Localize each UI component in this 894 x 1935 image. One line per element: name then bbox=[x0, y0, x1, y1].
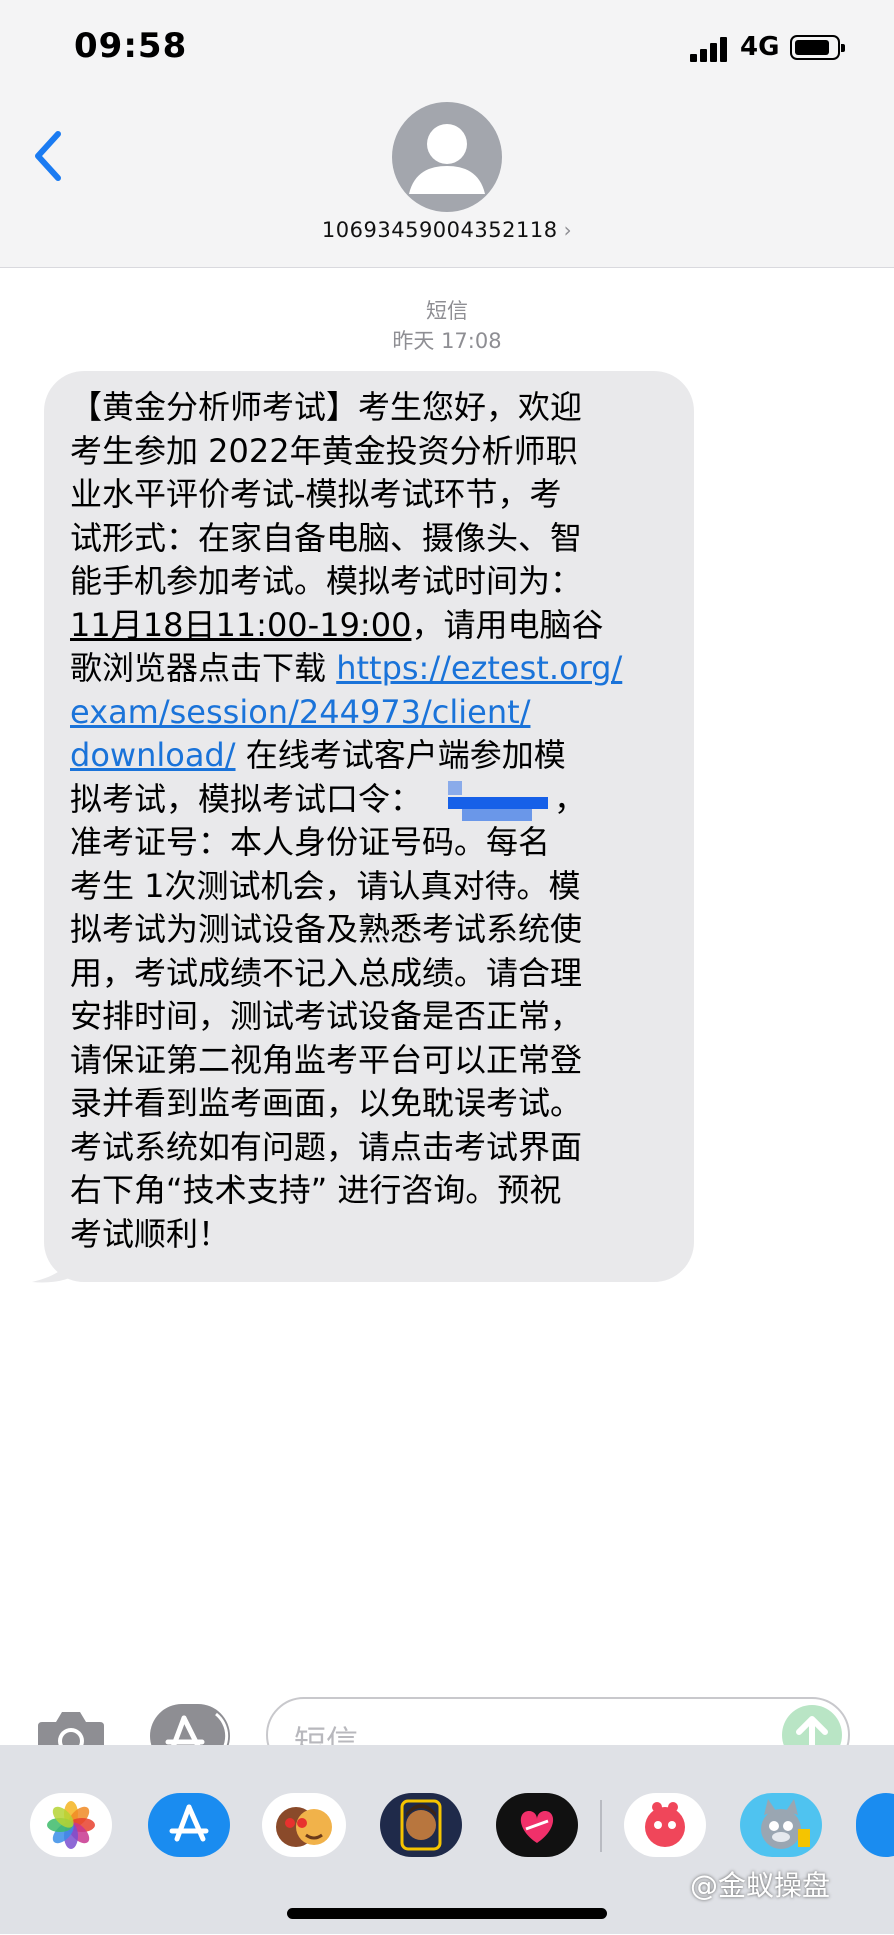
watermark: @金蚁操盘 bbox=[690, 1869, 831, 1902]
back-chevron-icon[interactable] bbox=[28, 128, 68, 184]
message-line: 用，考试成绩不记入总成绩。请合理 bbox=[70, 953, 583, 992]
message-line: 试形式：在家自备电脑、摄像头、智 bbox=[70, 518, 583, 557]
drawer-separator bbox=[600, 1800, 602, 1852]
battery-icon bbox=[790, 35, 845, 60]
network-type: 4G bbox=[740, 32, 780, 62]
photos-app-icon[interactable] bbox=[30, 1793, 112, 1857]
service-label: 短信 bbox=[426, 299, 468, 323]
redacted-password bbox=[422, 780, 554, 821]
message-line: 歌浏览器点击下载 https://eztest.org/ bbox=[70, 649, 623, 687]
message-line: download/ 在线考试客户端参加模 bbox=[70, 736, 566, 774]
message-line: 11月18日11:00-19:00，请用电脑谷 bbox=[70, 605, 604, 644]
red-app-icon[interactable] bbox=[624, 1793, 706, 1857]
appstore-app-icon[interactable] bbox=[148, 1793, 230, 1857]
contact-number: 10693459004352118 bbox=[321, 218, 558, 242]
message-line: 录并看到监考画面，以免耽误考试。 bbox=[70, 1084, 583, 1122]
contact-number-button[interactable]: 10693459004352118 › bbox=[0, 218, 894, 242]
message-line: 拟考试为测试设备及熟悉考试系统使 bbox=[70, 910, 583, 948]
message-line: 考生 1次测试机会，请认真对待。模 bbox=[70, 866, 581, 905]
message-line: 准考证号：本人身份证号码。每名 bbox=[70, 823, 551, 861]
download-link[interactable]: download/ bbox=[70, 736, 236, 774]
download-link[interactable]: https://eztest.org/ bbox=[336, 649, 622, 687]
message-line: exam/session/244973/client/ bbox=[70, 691, 676, 735]
chevron-right-icon: › bbox=[563, 218, 573, 242]
memoji-icon[interactable] bbox=[380, 1793, 462, 1857]
talking-tom-icon[interactable] bbox=[740, 1793, 822, 1857]
message-line: 【黄金分析师考试】考生您好，欢迎 bbox=[70, 388, 583, 426]
memoji-stickers-icon[interactable] bbox=[262, 1793, 346, 1857]
message-line: 右下角“技术支持” 进行咨询。预祝 bbox=[70, 1171, 562, 1209]
download-link[interactable]: exam/session/244973/client/ bbox=[70, 693, 530, 731]
message-line: 考试顺利！ bbox=[70, 1214, 231, 1253]
signal-strength-icon bbox=[690, 36, 730, 62]
home-indicator[interactable] bbox=[287, 1908, 607, 1919]
message-line: 考试系统如有问题，请点击考试界面 bbox=[70, 1127, 583, 1166]
message-line: 安排时间，测试考试设备是否正常， bbox=[70, 997, 583, 1035]
message-timestamp: 昨天 17:08 bbox=[392, 329, 502, 353]
message-text: 【黄金分析师考试】考生您好，欢迎 考生参加 2022年黄金投资分析师职 业水平评… bbox=[70, 386, 676, 1256]
message-line: 考生参加 2022年黄金投资分析师职 bbox=[70, 431, 578, 470]
message-line: 能手机参加考试。模拟考试时间为： bbox=[70, 562, 583, 600]
message-line: 业水平评价考试-模拟考试环节，考 bbox=[70, 475, 562, 513]
digital-touch-icon[interactable] bbox=[496, 1793, 578, 1857]
conversation-header: 09:58 4G 10693459004352118 › bbox=[0, 0, 894, 268]
contact-avatar-icon[interactable] bbox=[392, 102, 502, 212]
exam-date-detected[interactable]: 11月18日11:00-19:00 bbox=[70, 606, 411, 644]
thread-meta: 短信 昨天 17:08 bbox=[0, 296, 894, 356]
status-time: 09:58 bbox=[74, 26, 188, 66]
message-line: 请保证第二视角监考平台可以正常登 bbox=[70, 1040, 583, 1079]
message-line: 拟考试，模拟考试口令： ， bbox=[70, 778, 676, 822]
